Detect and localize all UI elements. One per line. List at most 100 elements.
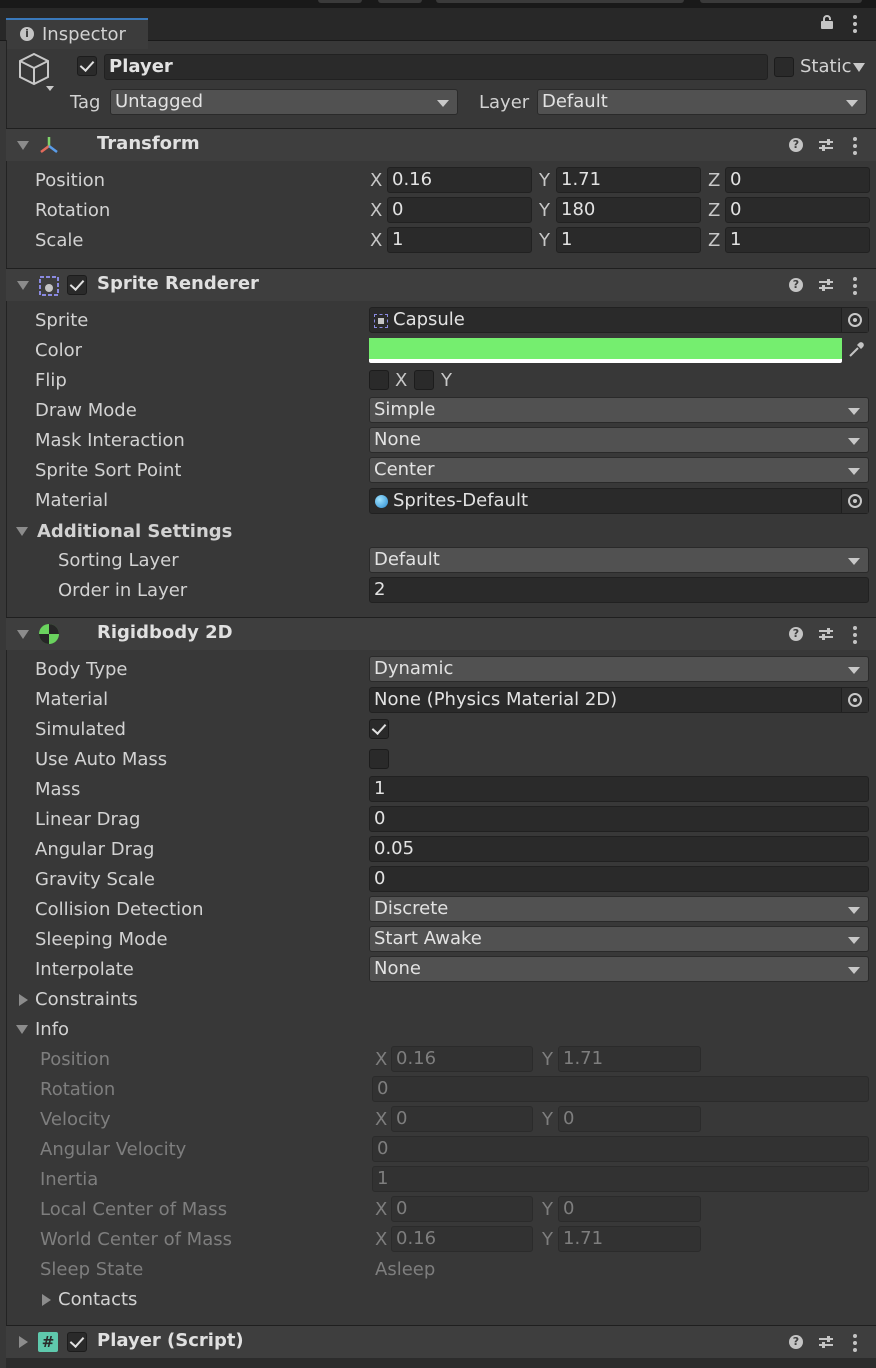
constraints-foldout[interactable]: Constraints (35, 989, 138, 1010)
foldout-arrow-icon[interactable] (17, 141, 29, 150)
component-title: Sprite Renderer (97, 273, 259, 294)
flip-x-checkbox[interactable] (369, 370, 389, 390)
rotation-x-field[interactable]: 0 (387, 197, 532, 223)
static-label[interactable]: Static (800, 56, 851, 77)
sorting-layer-dropdown[interactable]: Default (369, 547, 869, 573)
axis-y-label[interactable]: Y (539, 230, 550, 251)
info-sleep-state-value: Asleep (375, 1259, 436, 1280)
gravity-scale-field[interactable]: 0 (369, 866, 869, 892)
rigidbody-2d-header[interactable]: Rigidbody 2D ? (6, 617, 876, 650)
kebab-menu-icon[interactable] (853, 15, 857, 36)
kebab-menu-icon[interactable] (853, 626, 857, 647)
tag-dropdown[interactable]: Untagged (110, 89, 458, 115)
presets-icon[interactable] (818, 277, 834, 293)
draw-mode-dropdown[interactable]: Simple (369, 397, 869, 423)
layer-dropdown[interactable]: Default (537, 89, 867, 115)
body-type-label: Body Type (35, 659, 128, 680)
axis-z-label[interactable]: Z (708, 200, 720, 221)
sprite-object-field[interactable]: Capsule (369, 307, 869, 333)
flip-y-label: Y (441, 370, 452, 391)
help-icon[interactable]: ? (789, 278, 803, 292)
help-icon[interactable]: ? (789, 627, 803, 641)
scale-z-field[interactable]: 1 (725, 227, 870, 253)
toolbar-button[interactable] (436, 0, 684, 3)
component-enabled-checkbox[interactable] (67, 275, 87, 295)
component-enabled-checkbox[interactable] (67, 1332, 87, 1352)
mass-field[interactable]: 1 (369, 776, 869, 802)
sprite-sort-point-dropdown[interactable]: Center (369, 457, 869, 483)
axis-y-label[interactable]: Y (539, 170, 550, 191)
info-foldout[interactable]: Info (35, 1019, 69, 1040)
active-checkbox[interactable] (77, 56, 97, 76)
eyedropper-icon[interactable] (846, 340, 866, 360)
tab-inspector[interactable]: i Inspector (6, 18, 148, 49)
use-auto-mass-checkbox[interactable] (369, 749, 389, 769)
kebab-menu-icon[interactable] (853, 277, 857, 298)
toolbar-button[interactable] (378, 0, 422, 3)
sleeping-mode-dropdown[interactable]: Start Awake (369, 926, 869, 952)
toolbar-button[interactable] (700, 0, 862, 3)
interpolate-label: Interpolate (35, 959, 134, 980)
sprite-renderer-icon (39, 276, 59, 296)
axis-y-label[interactable]: Y (539, 200, 550, 221)
help-icon[interactable]: ? (789, 1335, 803, 1349)
axis-x-label[interactable]: X (370, 170, 382, 191)
static-checkbox[interactable] (774, 57, 794, 77)
axis-x-label[interactable]: X (370, 230, 382, 251)
contacts-foldout[interactable]: Contacts (58, 1289, 137, 1310)
toolbar-button[interactable] (318, 0, 362, 3)
interpolate-dropdown[interactable]: None (369, 956, 869, 982)
object-picker-icon[interactable] (841, 308, 868, 332)
linear-drag-field[interactable]: 0 (369, 806, 869, 832)
axis-x-label[interactable]: X (370, 200, 382, 221)
simulated-checkbox[interactable] (369, 719, 389, 739)
foldout-arrow-icon[interactable] (19, 1336, 28, 1348)
foldout-arrow-icon[interactable] (16, 1025, 28, 1034)
position-z-field[interactable]: 0 (725, 167, 870, 193)
object-picker-icon[interactable] (841, 489, 868, 513)
scale-x-field[interactable]: 1 (387, 227, 532, 253)
layer-label: Layer (479, 92, 530, 113)
info-velocity-y: 0 (558, 1106, 701, 1132)
foldout-arrow-icon[interactable] (16, 527, 28, 536)
rotation-z-field[interactable]: 0 (725, 197, 870, 223)
foldout-arrow-icon[interactable] (17, 630, 29, 639)
player-script-header[interactable]: # Player (Script) ? (6, 1325, 876, 1358)
axis-x-label: X (375, 1109, 388, 1130)
lock-icon[interactable] (820, 15, 834, 29)
collision-detection-dropdown[interactable]: Discrete (369, 896, 869, 922)
foldout-arrow-icon[interactable] (19, 994, 28, 1006)
presets-icon[interactable] (818, 137, 834, 153)
help-icon[interactable]: ? (789, 138, 803, 152)
angular-drag-field[interactable]: 0.05 (369, 836, 869, 862)
object-name-field[interactable]: Player (104, 54, 768, 80)
position-x-field[interactable]: 0.16 (387, 167, 532, 193)
axis-z-label[interactable]: Z (708, 170, 720, 191)
scale-y-field[interactable]: 1 (556, 227, 701, 253)
foldout-arrow-icon[interactable] (42, 1294, 51, 1306)
transform-header[interactable]: Transform ? (6, 128, 876, 161)
object-picker-icon[interactable] (841, 688, 868, 712)
foldout-arrow-icon[interactable] (17, 281, 29, 290)
position-y-field[interactable]: 1.71 (556, 167, 701, 193)
presets-icon[interactable] (818, 1334, 834, 1350)
rotation-y-field[interactable]: 180 (556, 197, 701, 223)
body-type-dropdown[interactable]: Dynamic (369, 656, 869, 682)
axis-x-label: X (375, 1229, 388, 1250)
color-field[interactable] (369, 338, 842, 363)
kebab-menu-icon[interactable] (853, 1334, 857, 1355)
rb-material-object-field[interactable]: None (Physics Material 2D) (369, 687, 869, 713)
additional-settings-foldout[interactable]: Additional Settings (37, 521, 232, 542)
axis-z-label[interactable]: Z (708, 230, 720, 251)
sprite-renderer-header[interactable]: Sprite Renderer ? (6, 268, 876, 301)
presets-icon[interactable] (818, 626, 834, 642)
material-object-field[interactable]: Sprites-Default (369, 488, 869, 514)
gameobject-cube-icon[interactable] (14, 50, 54, 94)
order-in-layer-field[interactable]: 2 (369, 577, 869, 603)
kebab-menu-icon[interactable] (853, 137, 857, 158)
flip-y-checkbox[interactable] (414, 370, 434, 390)
info-world-com-label: World Center of Mass (40, 1229, 232, 1250)
static-dropdown-icon[interactable] (853, 63, 865, 72)
rb-material-label: Material (35, 689, 109, 710)
mask-interaction-dropdown[interactable]: None (369, 427, 869, 453)
